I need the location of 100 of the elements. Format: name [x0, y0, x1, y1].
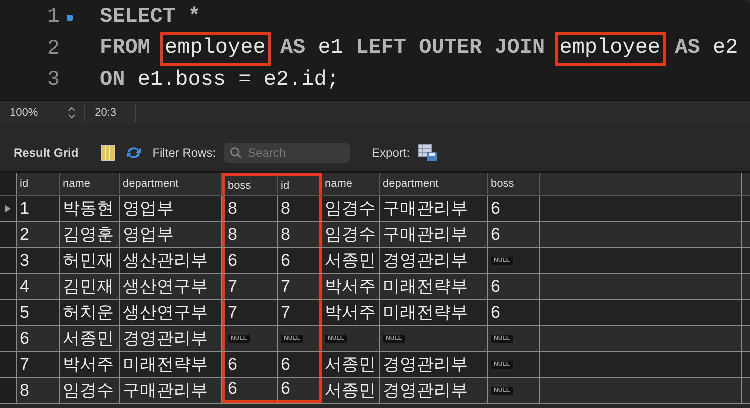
table-cell-text: 박서주 — [63, 354, 114, 376]
table-cell-text: 임경수 — [63, 380, 114, 402]
table-cell-text: 구매관리부 — [383, 224, 468, 246]
row-marker[interactable] — [0, 326, 17, 351]
table-row[interactable]: 1 박동현 영업부 8 8 임경수 구매관리부 6 — [0, 196, 750, 222]
sql-keyword: AS — [674, 36, 702, 62]
table-cell-text: 영업부 — [123, 198, 174, 220]
table-cell-text: 임경수 — [325, 224, 376, 246]
table-row[interactable]: 5 허치운 생산연구부 7 7 박서주 미래전략부 6 — [0, 300, 750, 326]
row-marker[interactable] — [0, 352, 17, 377]
table-cell-text: 김영훈 — [63, 224, 114, 246]
code-editor[interactable]: 1 SELECT * 2 FROM employee AS e1 LEFT OUTER JOIN employee AS e2 3 ON e1.boss = e2.id; — [0, 0, 750, 100]
column-header[interactable]: department — [380, 173, 488, 195]
search-field[interactable]: Search — [224, 143, 350, 163]
column-header[interactable]: name — [60, 173, 120, 195]
table-cell: 6 — [281, 250, 290, 270]
table-cell: 5 — [20, 302, 30, 322]
table-cell-text: 서종민 — [325, 380, 376, 402]
table-cell: 6 — [228, 379, 238, 399]
table-cell-text: 박서주 — [325, 276, 376, 298]
table-cell: 4 — [20, 276, 30, 296]
sql-keyword: AS — [279, 36, 307, 62]
export-label: Export: — [372, 146, 410, 160]
table-cell-text: 박동현 — [63, 198, 114, 220]
row-marker[interactable] — [0, 222, 17, 247]
cursor-position: 20:3 — [94, 107, 118, 119]
table-cell: 7 — [228, 302, 238, 322]
table-cell-text: 서종민 — [325, 354, 376, 376]
table-cell: 6 — [491, 224, 500, 244]
line-number: 1 — [46, 6, 60, 30]
table-cell-text: 구매관리부 — [383, 198, 468, 220]
grid-icon[interactable] — [100, 145, 115, 161]
table-cell-text: 서종민 — [325, 250, 376, 272]
row-marker[interactable] — [0, 274, 17, 299]
table-cell-text: 경영관리부 — [383, 250, 468, 272]
sql-keyword: SELECT * — [100, 4, 201, 31]
table-cell-text: 미래전략부 — [123, 354, 208, 376]
table-cell: 3 — [20, 250, 30, 270]
table-cell: 8 — [281, 224, 290, 244]
column-header[interactable]: boss — [488, 173, 540, 195]
table-cell: 8 — [20, 380, 30, 400]
table-cell-text: 경영관리부 — [383, 354, 468, 376]
table-cell-text: 미래전략부 — [383, 276, 468, 298]
table-row[interactable]: 4 김민재 생산연구부 7 7 박서주 미래전략부 6 — [0, 274, 750, 300]
current-row-icon — [5, 204, 11, 212]
sql-identifier: e1.boss = e2.id; — [138, 68, 340, 94]
table-cell-text: 김민재 — [63, 276, 114, 298]
column-header[interactable]: id — [17, 173, 60, 195]
filter-rows-label: Filter Rows: — [152, 146, 216, 160]
table-cell: 6 — [228, 250, 238, 270]
table-cell: 6 — [491, 302, 500, 322]
table-cell: 1 — [20, 198, 30, 218]
table-cell-text: 허치운 — [63, 302, 114, 324]
table-cell-text: 경영관리부 — [383, 380, 468, 402]
table-cell-text: 구매관리부 — [123, 380, 208, 402]
export-icon[interactable] — [418, 144, 438, 162]
table-cell: 7 — [20, 354, 30, 374]
table-cell: 7 — [281, 302, 290, 322]
table-cell: 6 — [281, 354, 290, 374]
column-header[interactable]: name — [322, 173, 380, 195]
table-cell-text: 박서주 — [325, 302, 376, 324]
row-marker[interactable] — [0, 300, 17, 325]
table-cell-text: 생산연구부 — [123, 302, 208, 324]
sql-keyword: ON — [100, 68, 126, 94]
row-marker[interactable] — [0, 378, 17, 403]
sql-identifier: employee — [558, 35, 663, 64]
table-cell: 6 — [228, 354, 238, 374]
table-cell: 7 — [228, 276, 238, 296]
table-cell: 2 — [20, 224, 30, 244]
table-cell: 7 — [281, 276, 290, 296]
table-cell-text: 서종민 — [63, 328, 114, 350]
refresh-icon[interactable] — [124, 145, 143, 161]
table-cell-text: 생산관리부 — [123, 250, 208, 272]
row-marker[interactable] — [0, 248, 17, 273]
sql-identifier: e1 — [318, 36, 344, 62]
table-cell: 6 — [491, 276, 500, 296]
table-cell-text: 미래전략부 — [383, 302, 468, 324]
line-number: 2 — [46, 38, 60, 61]
table-cell: 8 — [281, 198, 290, 218]
table-cell-text: 임경수 — [325, 198, 376, 220]
column-header[interactable]: department — [120, 173, 222, 195]
table-cell-text: 영업부 — [123, 224, 174, 246]
sql-keyword: FROM — [100, 36, 152, 62]
table-cell-text: 생산연구부 — [123, 276, 208, 298]
sql-keyword: LEFT OUTER JOIN — [356, 36, 546, 62]
zoom-level: 100% — [9, 107, 40, 119]
table-cell: 6 — [20, 328, 30, 348]
line-number: 3 — [46, 69, 60, 92]
table-cell: 8 — [228, 198, 238, 218]
table-cell: 6 — [491, 198, 500, 218]
stepper-icon[interactable] — [68, 106, 76, 120]
table-cell-text: 허민재 — [63, 250, 114, 272]
table-cell: 6 — [281, 379, 290, 399]
table-row[interactable]: 2 김영훈 영업부 8 8 임경수 구매관리부 6 — [0, 222, 750, 248]
table-cell: 8 — [228, 224, 238, 244]
result-grid-label: Result Grid — [14, 146, 79, 160]
table-cell-text: 경영관리부 — [123, 328, 208, 350]
sql-identifier: employee — [163, 35, 268, 64]
sql-identifier: e2 — [712, 36, 738, 62]
row-marker[interactable] — [0, 196, 17, 221]
